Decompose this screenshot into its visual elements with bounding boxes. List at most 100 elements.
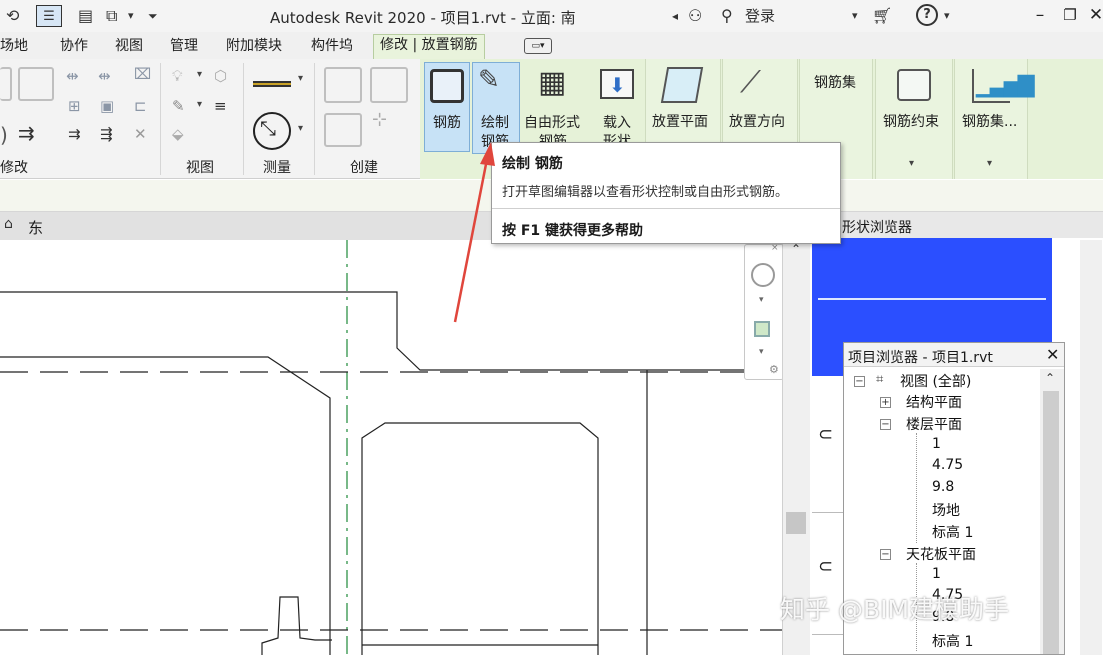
restore-button[interactable]: ❐ <box>1058 2 1082 28</box>
rebar-constraints-label[interactable]: 钢筋约束 <box>883 111 939 131</box>
rebar-constraints-icon[interactable] <box>897 69 931 101</box>
unpin-icon[interactable]: ⇶ <box>100 125 113 143</box>
mirror-icon[interactable]: ⇉ <box>18 121 35 145</box>
trim-icon[interactable]: ⌧ <box>134 65 151 83</box>
close-window-button[interactable]: ✕ <box>1084 2 1103 28</box>
tree-item-floor-plan[interactable]: 9.8 <box>932 479 954 495</box>
pin-icon[interactable]: ⇉ <box>68 125 81 143</box>
create-assembly-icon[interactable]: ⊹ <box>372 109 387 130</box>
load-shape-label-1: 载入 <box>603 115 631 131</box>
dropdown-icon[interactable]: ▾ <box>298 73 303 84</box>
tree-item-ceiling-plan[interactable]: 1 <box>932 566 941 582</box>
tree-item-views-all[interactable]: 视图 (全部) <box>900 371 971 391</box>
dropdown-icon[interactable]: ▾ <box>987 158 992 169</box>
offset-icon[interactable]: ) <box>0 123 8 147</box>
tree-item-floor-plan[interactable]: 4.75 <box>932 457 963 473</box>
place-plane-label[interactable]: 放置平面 <box>652 111 708 131</box>
rebar-set-button-label[interactable]: 钢筋集... <box>962 111 1017 131</box>
tab-manage[interactable]: 管理 <box>170 36 198 58</box>
thin-lines-icon[interactable]: ≡ <box>214 97 227 115</box>
measure-between-icon[interactable] <box>253 81 291 87</box>
lightbulb-icon[interactable]: 💡︎ <box>172 67 183 85</box>
search-expand-icon[interactable]: ◂ <box>672 5 678 27</box>
tree-toggle[interactable]: − <box>880 549 891 560</box>
tree-item-ceiling-plans[interactable]: 天花板平面 <box>906 544 976 564</box>
linework-icon[interactable]: ✎ <box>172 97 185 115</box>
signin-link[interactable]: 登录 <box>745 5 775 27</box>
tree-item-structural-plans[interactable]: 结构平面 <box>906 392 962 412</box>
tree-item-floor-plan[interactable]: 场地 <box>932 500 960 520</box>
drawing-canvas[interactable] <box>0 240 782 655</box>
create-group-icon[interactable] <box>370 67 408 103</box>
freeform-grid-icon: ▦ <box>538 65 567 100</box>
shape-hook-icon[interactable]: ⊂ <box>818 424 833 445</box>
help-dropdown-icon[interactable]: ▾ <box>944 5 950 27</box>
steering-wheel-icon[interactable] <box>751 263 775 287</box>
cube-icon[interactable]: ⬡ <box>214 67 227 85</box>
tab-view[interactable]: 视图 <box>115 36 143 58</box>
tree-item-floor-plans[interactable]: 楼层平面 <box>906 414 962 434</box>
delete-icon[interactable]: ✕ <box>134 125 147 143</box>
help-icon[interactable]: ? <box>916 4 938 26</box>
modify-tool-icon[interactable] <box>0 67 12 101</box>
user-icon[interactable]: ⚲ <box>721 5 733 27</box>
tree-item-floor-plan[interactable]: 1 <box>932 436 941 452</box>
home-icon[interactable]: ⌂ <box>4 216 13 232</box>
minimize-button[interactable]: – <box>1028 2 1052 28</box>
binoculars-icon[interactable]: ⚇ <box>688 5 702 27</box>
tree-item-ceiling-plan[interactable]: 标高 1 <box>932 631 973 651</box>
tree-toggle[interactable]: + <box>880 397 891 408</box>
watermark: 知乎 @BIM建模助手 <box>780 595 1010 624</box>
tab-site[interactable]: 场地 <box>0 36 28 58</box>
views-icon: ⌗ <box>876 372 884 387</box>
section-box-icon[interactable]: ⬙ <box>172 125 184 143</box>
place-direction-label[interactable]: 放置方向 <box>729 111 785 131</box>
signin-dropdown-icon[interactable]: ▾ <box>852 5 858 27</box>
download-arrow-icon: ⬇ <box>609 73 626 97</box>
navigation-bar[interactable]: × ▾ ▾ ⚙ <box>744 243 784 380</box>
ribbon-minimize-icon[interactable]: ▭▾ <box>524 38 552 54</box>
dropdown-icon[interactable]: ▾ <box>759 295 764 305</box>
scroll-up-arrow-icon[interactable]: ⌃ <box>791 242 801 256</box>
undo-icon[interactable]: ⟲ <box>6 5 19 27</box>
scale-icon[interactable]: ▣ <box>100 97 114 115</box>
align-tool-icon[interactable] <box>18 67 54 101</box>
dropdown-icon[interactable]: ▾ <box>128 5 134 27</box>
split-icon[interactable]: ⊏ <box>134 97 147 115</box>
dropdown-icon[interactable]: ▾ <box>909 158 914 169</box>
dropdown-icon[interactable]: ▾ <box>298 123 303 134</box>
view-tab-east[interactable]: 东 <box>28 217 43 238</box>
create-part-icon[interactable] <box>324 67 362 103</box>
tab-modify-place-rebar[interactable]: 修改 | 放置钢筋 <box>373 34 485 60</box>
tab-component-dock[interactable]: 构件坞 <box>311 36 353 58</box>
tree-item-floor-plan[interactable]: 标高 1 <box>932 522 973 542</box>
move-icon[interactable]: ⇹ <box>66 67 79 85</box>
close-icon[interactable]: ✕ <box>1046 345 1059 364</box>
navbar-options-icon[interactable]: ⚙ <box>769 363 779 376</box>
switch-windows-icon[interactable]: ⧉ <box>106 5 117 27</box>
close-hidden-windows-icon[interactable]: ▤ <box>78 5 93 27</box>
tree-toggle[interactable]: − <box>880 419 891 430</box>
tab-collaborate[interactable]: 协作 <box>60 36 88 58</box>
placement-direction-icon[interactable]: ⟋ <box>740 65 761 100</box>
tree-toggle[interactable]: − <box>854 376 865 387</box>
cart-icon[interactable]: 🛒︎ <box>872 5 892 27</box>
zoom-region-icon[interactable] <box>754 321 770 337</box>
copy-icon[interactable]: ⇹ <box>98 67 111 85</box>
dropdown-icon[interactable]: ▾ <box>197 69 202 80</box>
placement-plane-icon[interactable] <box>660 67 704 103</box>
array-icon[interactable]: ⊞ <box>68 97 81 115</box>
project-browser-scroll-thumb[interactable] <box>1043 391 1059 654</box>
scrollbar-thumb[interactable] <box>786 512 806 534</box>
properties-icon[interactable]: ☰ <box>36 5 62 27</box>
navbar-close-icon[interactable]: × <box>771 243 779 253</box>
shape-hook-icon[interactable]: ⊂ <box>818 556 833 577</box>
panel-label-view: 视图 <box>186 160 214 176</box>
shape-browser-scrollbar[interactable] <box>1080 240 1102 655</box>
tab-addins[interactable]: 附加模块 <box>226 36 282 58</box>
customize-qat-icon[interactable]: ⏷ <box>148 5 158 27</box>
scroll-up-arrow-icon[interactable]: ⌃ <box>1045 371 1055 385</box>
dropdown-icon[interactable]: ▾ <box>197 99 202 110</box>
create-similar-icon[interactable] <box>324 113 362 147</box>
dropdown-icon[interactable]: ▾ <box>759 347 764 357</box>
